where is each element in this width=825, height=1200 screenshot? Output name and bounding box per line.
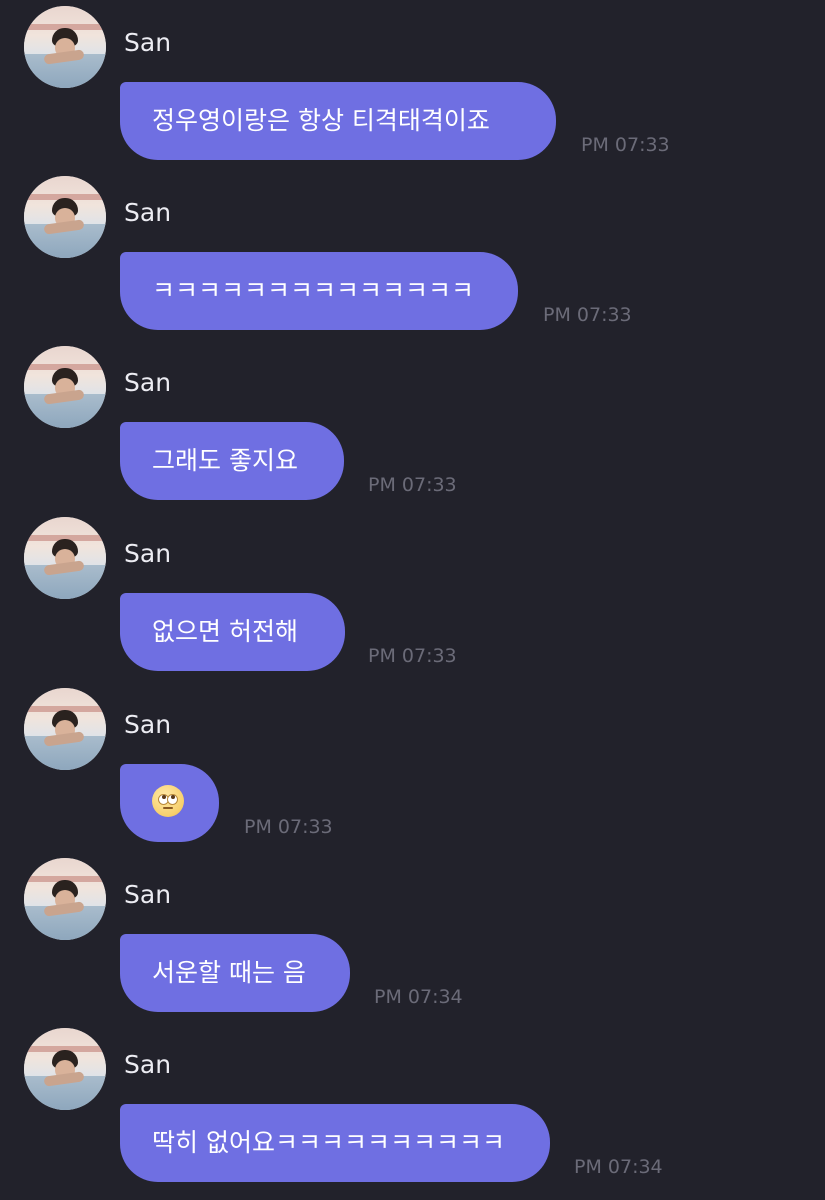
message-time: PM 07:33 xyxy=(244,816,333,838)
sender-name: San xyxy=(124,539,172,568)
sender-name: San xyxy=(124,880,172,909)
avatar[interactable] xyxy=(24,688,106,770)
message-item: San 없으면 허전해 PM 07:33 xyxy=(0,511,825,681)
message-time: PM 07:33 xyxy=(368,474,457,496)
avatar[interactable] xyxy=(24,517,106,599)
message-bubble[interactable] xyxy=(120,764,219,842)
message-item: San PM 07:33 xyxy=(0,682,825,852)
message-bubble[interactable]: 서운할 때는 음 xyxy=(120,934,350,1012)
rolling-eyes-emoji-icon xyxy=(152,785,184,817)
message-bubble[interactable]: 그래도 좋지요 xyxy=(120,422,344,500)
message-item: San ㅋㅋㅋㅋㅋㅋㅋㅋㅋㅋㅋㅋㅋㅋ PM 07:33 xyxy=(0,170,825,340)
message-time: PM 07:33 xyxy=(543,304,632,326)
avatar[interactable] xyxy=(24,1028,106,1110)
message-item: San 정우영이랑은 항상 티격태격이죠 PM 07:33 xyxy=(0,0,825,170)
avatar[interactable] xyxy=(24,6,106,88)
message-bubble[interactable]: 딱히 없어요ㅋㅋㅋㅋㅋㅋㅋㅋㅋㅋ xyxy=(120,1104,550,1182)
sender-name: San xyxy=(124,1050,172,1079)
message-time: PM 07:34 xyxy=(574,1156,663,1178)
sender-name: San xyxy=(124,368,172,397)
sender-name: San xyxy=(124,198,172,227)
message-bubble[interactable]: 정우영이랑은 항상 티격태격이죠 xyxy=(120,82,556,160)
chat-window: San 정우영이랑은 항상 티격태격이죠 PM 07:33 San ㅋㅋㅋㅋㅋㅋ… xyxy=(0,0,825,1200)
message-item: San 딱히 없어요ㅋㅋㅋㅋㅋㅋㅋㅋㅋㅋ PM 07:34 xyxy=(0,1022,825,1192)
message-time: PM 07:33 xyxy=(581,134,670,156)
message-bubble[interactable]: ㅋㅋㅋㅋㅋㅋㅋㅋㅋㅋㅋㅋㅋㅋ xyxy=(120,252,518,330)
sender-name: San xyxy=(124,28,172,57)
avatar[interactable] xyxy=(24,346,106,428)
message-time: PM 07:34 xyxy=(374,986,463,1008)
avatar[interactable] xyxy=(24,858,106,940)
sender-name: San xyxy=(124,710,172,739)
message-item: San 그래도 좋지요 PM 07:33 xyxy=(0,340,825,510)
message-bubble[interactable]: 없으면 허전해 xyxy=(120,593,345,671)
message-item: San 서운할 때는 음 PM 07:34 xyxy=(0,852,825,1022)
avatar[interactable] xyxy=(24,176,106,258)
message-time: PM 07:33 xyxy=(368,645,457,667)
